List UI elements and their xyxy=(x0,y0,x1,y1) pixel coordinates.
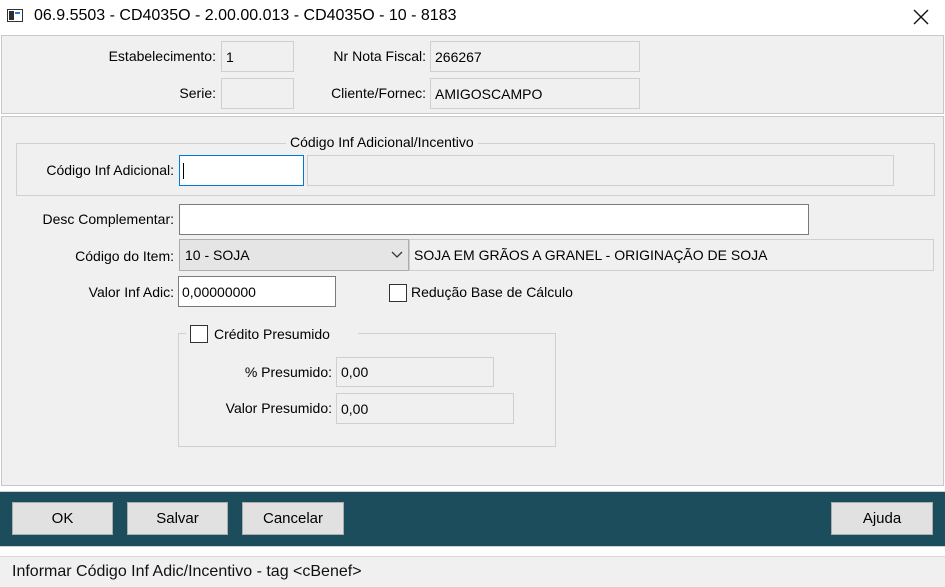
codigo-group-title: Código Inf Adicional/Incentivo xyxy=(286,134,478,150)
perc-presumido-label: % Presumido: xyxy=(244,364,332,380)
nr-nota-label: Nr Nota Fiscal: xyxy=(333,48,426,64)
ajuda-button[interactable]: Ajuda xyxy=(831,502,933,535)
credito-title: Crédito Presumido xyxy=(214,326,330,342)
valor-inf-input[interactable]: 0,00000000 xyxy=(178,276,336,307)
codigo-inf-input[interactable] xyxy=(179,155,304,186)
desc-complementar-input[interactable] xyxy=(179,204,809,235)
text-caret xyxy=(183,162,184,179)
cancelar-button[interactable]: Cancelar xyxy=(242,502,344,535)
estabelecimento-field: 1 xyxy=(221,41,294,72)
codigo-inf-label: Código Inf Adicional: xyxy=(46,162,174,178)
serie-field xyxy=(221,78,294,109)
valor-presumido-label: Valor Presumido: xyxy=(225,400,332,416)
serie-label: Serie: xyxy=(179,85,216,101)
salvar-button[interactable]: Salvar xyxy=(127,502,228,535)
close-icon xyxy=(913,9,929,25)
cliente-label: Cliente/Fornec: xyxy=(331,85,426,101)
valor-presumido-field[interactable]: 0,00 xyxy=(336,393,514,424)
codigo-item-label: Código do Item: xyxy=(75,248,174,264)
app-icon xyxy=(7,9,23,22)
window-title: 06.9.5503 - CD4035O - 2.00.00.013 - CD40… xyxy=(34,7,457,24)
close-button[interactable] xyxy=(902,0,940,34)
chevron-down-icon xyxy=(391,251,403,258)
codigo-item-selected: 10 - SOJA xyxy=(185,247,250,263)
codigo-inf-description xyxy=(307,155,894,186)
codigo-item-description: SOJA EM GRÃOS A GRANEL - ORIGINAÇÃO DE S… xyxy=(409,239,934,271)
credito-groupbox xyxy=(178,333,556,447)
reducao-checkbox[interactable] xyxy=(389,284,407,302)
valor-inf-label: Valor Inf Adic: xyxy=(88,284,174,300)
status-text: Informar Código Inf Adic/Incentivo - tag… xyxy=(12,563,362,580)
credito-checkbox[interactable] xyxy=(190,325,208,343)
perc-presumido-field[interactable]: 0,00 xyxy=(336,357,494,387)
codigo-item-select[interactable]: 10 - SOJA xyxy=(179,239,409,271)
estabelecimento-label: Estabelecimento: xyxy=(108,48,216,64)
ok-button[interactable]: OK xyxy=(12,502,113,535)
desc-complementar-label: Desc Complementar: xyxy=(42,211,175,227)
nr-nota-field: 266267 xyxy=(430,41,640,72)
reducao-label: Redução Base de Cálculo xyxy=(411,284,573,300)
cliente-field: AMIGOSCAMPO xyxy=(430,78,640,109)
